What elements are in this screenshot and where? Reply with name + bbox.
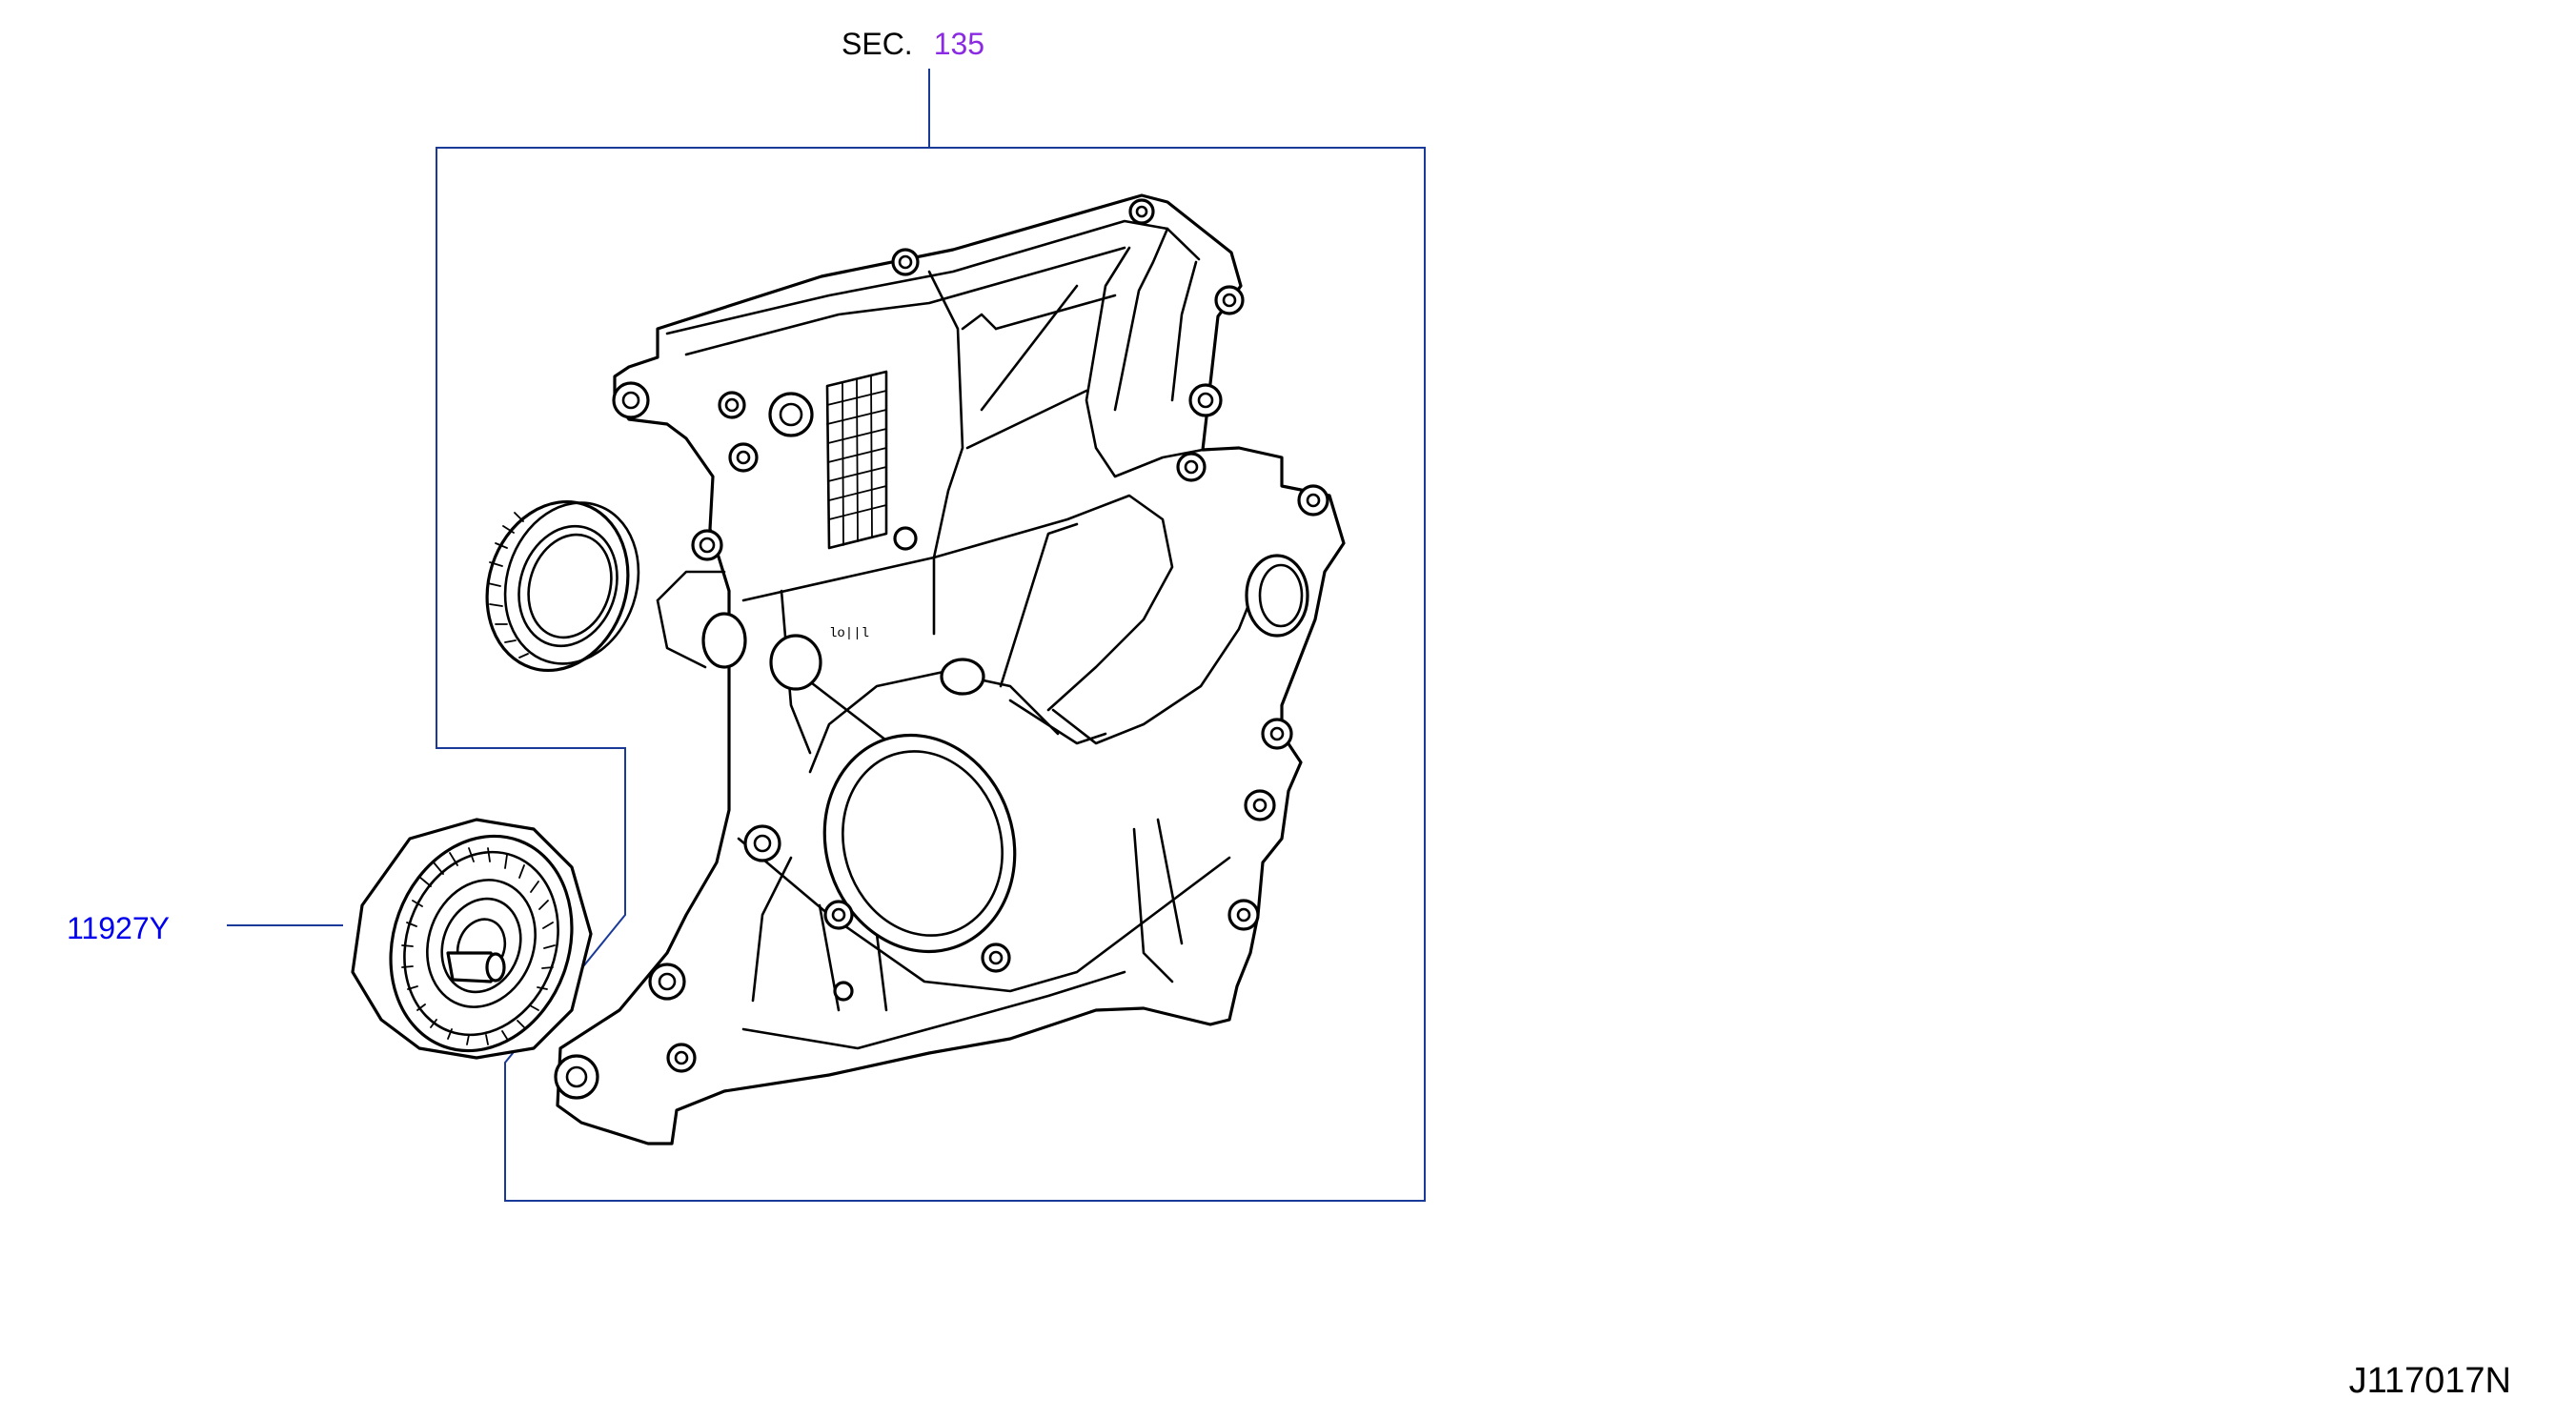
front-cover-icon: lo||l bbox=[554, 193, 1346, 1145]
idler-pulley-icon[interactable] bbox=[351, 810, 601, 1076]
svg-text:lo||l: lo||l bbox=[829, 626, 869, 641]
section-number-link[interactable]: 135 bbox=[934, 27, 984, 61]
section-prefix: SEC. bbox=[842, 27, 913, 61]
section-reference: SEC. 135 bbox=[842, 29, 984, 59]
parts-diagram: lo||l bbox=[0, 0, 2576, 1414]
diagram-id: J117017N bbox=[2348, 1361, 2511, 1401]
part-number-link[interactable]: 11927Y bbox=[67, 913, 170, 943]
oil-seal-icon bbox=[485, 499, 640, 673]
